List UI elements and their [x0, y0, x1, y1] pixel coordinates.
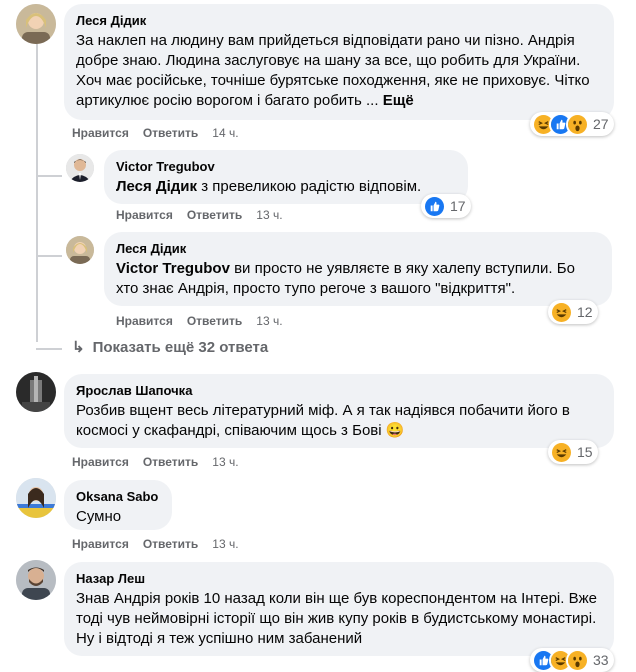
reaction-summary[interactable]: 15	[548, 440, 598, 464]
comment-text: Знав Андрія років 10 назад коли він ще б…	[76, 590, 597, 647]
reply-button[interactable]: Ответить	[143, 537, 198, 551]
thread-connector	[36, 348, 62, 350]
mention-link[interactable]: Victor Tregubov	[116, 260, 230, 277]
like-react-icon	[423, 194, 446, 218]
like-button[interactable]: Нравится	[116, 208, 173, 222]
reply-button[interactable]: Ответить	[187, 208, 242, 222]
comment-author[interactable]: Леся Дідик	[116, 240, 600, 257]
comment-author[interactable]: Назар Леш	[76, 570, 602, 587]
comment-author[interactable]: Леся Дідик	[76, 12, 602, 29]
timestamp[interactable]: 13 ч.	[212, 537, 238, 551]
haha-react-icon	[550, 440, 573, 464]
reaction-summary[interactable]: 12	[548, 300, 598, 324]
avatar[interactable]	[16, 478, 56, 518]
comment-bubble: Леся Дідик За наклеп на людину вам прийд…	[64, 4, 614, 120]
mention-link[interactable]: Леся Дідик	[116, 178, 197, 195]
timestamp[interactable]: 13 ч.	[256, 314, 282, 328]
reply-button[interactable]: Ответить	[187, 314, 242, 328]
comment-text: Сумно	[76, 508, 122, 525]
haha-react-icon	[550, 300, 573, 324]
avatar[interactable]	[66, 154, 94, 182]
comment-text: Victor Tregubov ви просто не уявляєте в …	[116, 260, 575, 297]
thread-connector	[36, 175, 62, 177]
like-button[interactable]: Нравится	[72, 537, 129, 551]
reaction-summary[interactable]: 27	[530, 112, 614, 136]
show-more-label: Показать ещё 32 ответа	[92, 338, 269, 356]
avatar[interactable]	[16, 4, 56, 44]
comment-bubble: Victor Tregubov Леся Дідик з превеликою …	[104, 150, 468, 204]
thread-connector	[36, 255, 62, 257]
like-button[interactable]: Нравится	[116, 314, 173, 328]
comment-bubble: Oksana Sabo Сумно	[64, 480, 172, 530]
reaction-count: 17	[450, 198, 466, 214]
comment-bubble: Леся Дідик Victor Tregubov ви просто не …	[104, 232, 612, 306]
avatar[interactable]	[16, 560, 56, 600]
comment-actions: Нравится Ответить 14 ч.	[72, 126, 239, 140]
comment-actions: Нравится Ответить 13 ч.	[72, 537, 239, 551]
avatar[interactable]	[16, 372, 56, 412]
like-button[interactable]: Нравится	[72, 455, 129, 469]
see-more-link[interactable]: Ещё	[383, 92, 414, 109]
reaction-count: 33	[593, 652, 609, 668]
comment-author[interactable]: Victor Tregubov	[116, 158, 456, 175]
timestamp[interactable]: 14 ч.	[212, 126, 238, 140]
reaction-count: 27	[593, 116, 609, 132]
like-button[interactable]: Нравится	[72, 126, 129, 140]
show-more-replies-link[interactable]: ↳ Показать ещё 32 ответа	[72, 338, 269, 357]
reaction-count: 15	[577, 444, 593, 460]
wow-react-icon	[566, 112, 589, 136]
comment-text: Розбив вщент весь літературний міф. А я …	[76, 402, 570, 439]
comment-bubble: Назар Леш Знав Андрія років 10 назад кол…	[64, 562, 614, 656]
thread-line	[36, 42, 38, 342]
reaction-count: 12	[577, 304, 593, 320]
comment-actions: Нравится Ответить 13 ч.	[72, 455, 239, 469]
reply-arrow-icon: ↳	[72, 339, 85, 356]
comment-text: За наклеп на людину вам прийдеться відпо…	[76, 32, 590, 109]
reply-button[interactable]: Ответить	[143, 455, 198, 469]
avatar[interactable]	[66, 236, 94, 264]
comment-actions: Нравится Ответить 13 ч.	[116, 208, 283, 222]
timestamp[interactable]: 13 ч.	[256, 208, 282, 222]
timestamp[interactable]: 13 ч.	[212, 455, 238, 469]
reaction-summary[interactable]: 17	[421, 194, 471, 218]
comment-author[interactable]: Ярослав Шапочка	[76, 382, 602, 399]
comment-bubble: Ярослав Шапочка Розбив вщент весь літера…	[64, 374, 614, 448]
reaction-summary[interactable]: 33	[530, 648, 614, 672]
comment-actions: Нравится Ответить 13 ч.	[116, 314, 283, 328]
wow-react-icon	[566, 648, 589, 672]
reply-button[interactable]: Ответить	[143, 126, 198, 140]
comment-text: Леся Дідик з превеликою радістю відповім…	[116, 178, 422, 195]
comment-author[interactable]: Oksana Sabo	[76, 488, 160, 505]
